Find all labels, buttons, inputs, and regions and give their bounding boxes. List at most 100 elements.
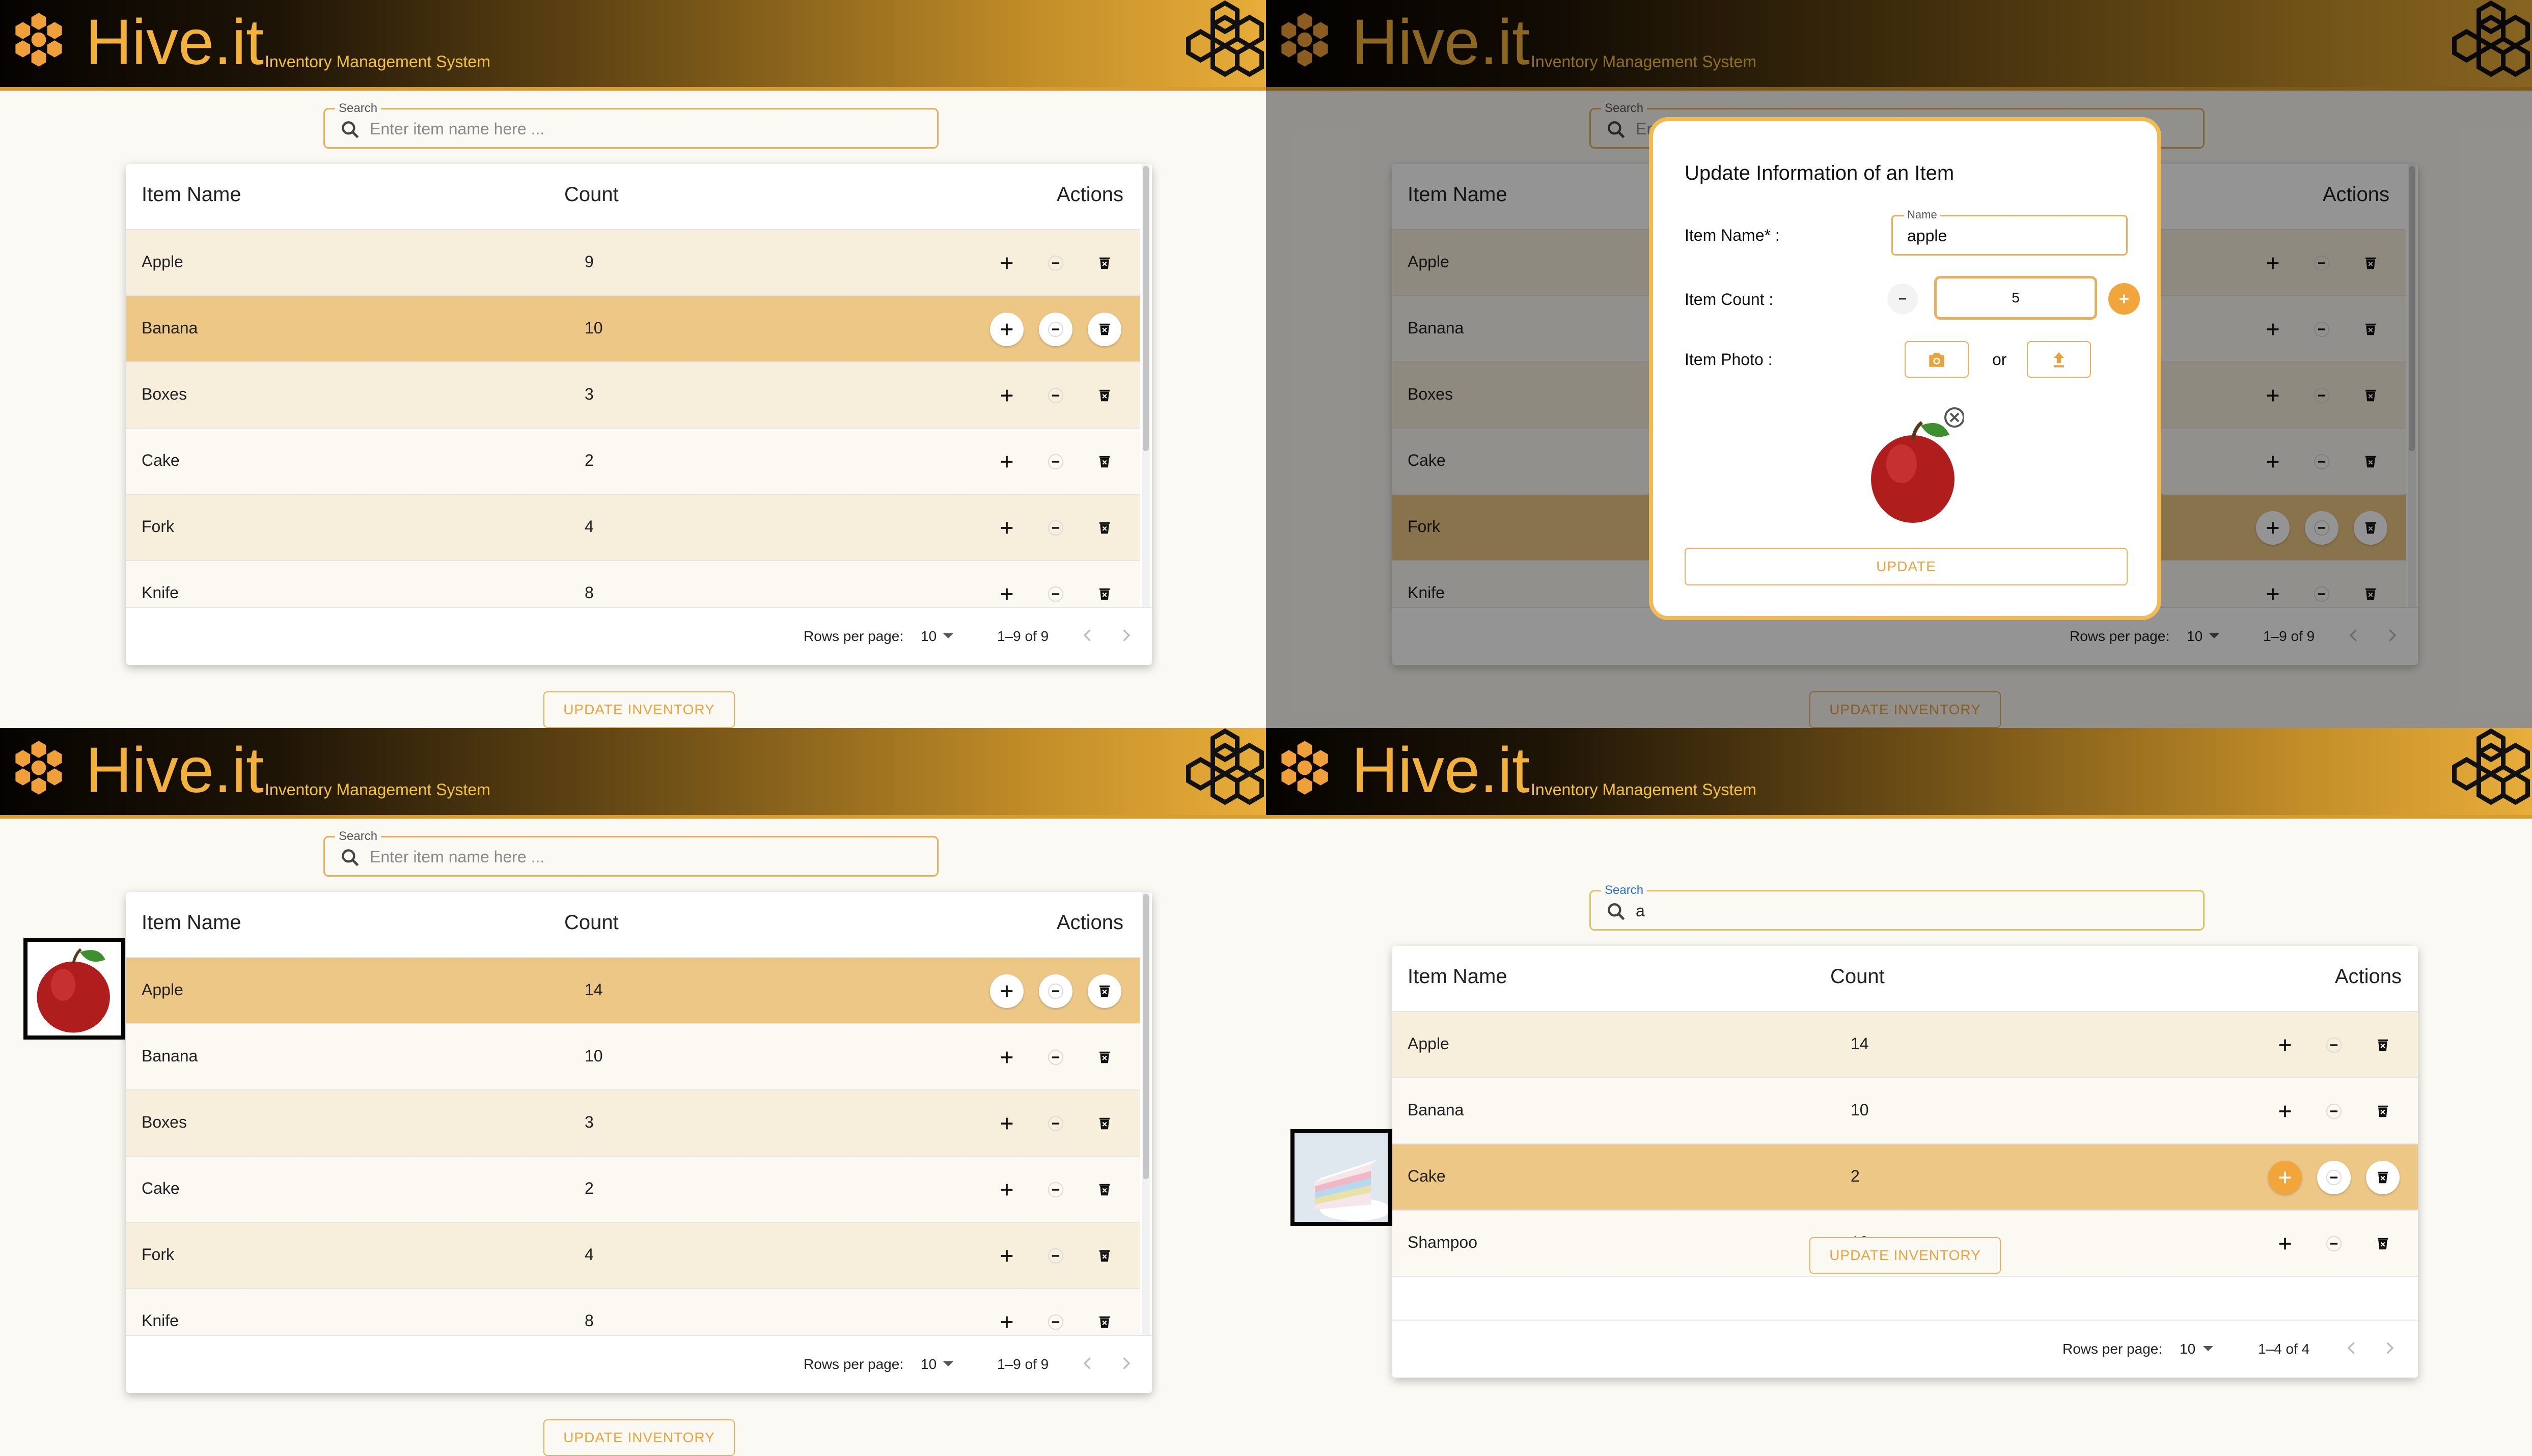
increment-button[interactable] <box>990 974 1024 1008</box>
item-count: 10 <box>585 319 603 337</box>
decrement-button[interactable] <box>1039 445 1072 479</box>
increment-button[interactable] <box>990 1107 1024 1140</box>
increment-button[interactable] <box>990 1041 1024 1074</box>
delete-button[interactable] <box>1088 1239 1121 1273</box>
delete-button[interactable] <box>2366 1095 2400 1128</box>
upload-button[interactable] <box>2027 341 2091 378</box>
delete-button[interactable] <box>1088 1305 1121 1335</box>
chevron-right-icon[interactable] <box>1117 625 1135 646</box>
col-actions: Actions <box>1056 911 1123 934</box>
decrement-button[interactable] <box>1039 1239 1072 1273</box>
search-field[interactable]: Search <box>323 101 939 149</box>
col-item-name: Item Name <box>1408 965 1507 988</box>
name-field-value[interactable]: apple <box>1907 227 1947 245</box>
decrement-button[interactable] <box>1039 974 1072 1008</box>
search-input[interactable] <box>370 844 920 870</box>
increment-button[interactable] <box>990 511 1024 545</box>
increment-button[interactable] <box>990 1173 1024 1207</box>
decrement-button[interactable] <box>1039 1173 1072 1207</box>
increment-button[interactable] <box>2268 1028 2302 1062</box>
rows-per-page-label: Rows per page: <box>804 1356 904 1372</box>
update-inventory-button[interactable]: UPDATE INVENTORY <box>1809 1237 2001 1274</box>
search-input[interactable] <box>1636 898 2186 924</box>
trash-icon <box>1099 257 1110 269</box>
delete-button[interactable] <box>1088 1107 1121 1140</box>
decrement-button[interactable] <box>1039 1041 1072 1074</box>
rows-per-page-select[interactable]: 10 <box>2180 1341 2195 1357</box>
delete-button[interactable] <box>1088 1173 1121 1207</box>
increment-button[interactable] <box>990 445 1024 479</box>
increment-button[interactable] <box>990 313 1024 346</box>
increment-button[interactable] <box>990 246 1024 280</box>
update-item-modal: Update Information of an Item Item Name*… <box>1649 117 2161 620</box>
increment-button[interactable] <box>2268 1227 2302 1261</box>
minus-icon <box>1048 321 1064 338</box>
decrement-button[interactable] <box>2317 1227 2351 1261</box>
table-row: Banana 10 <box>1392 1078 2418 1144</box>
chevron-right-icon[interactable] <box>2380 1338 2399 1358</box>
item-count: 10 <box>585 1047 603 1065</box>
search-field[interactable]: Search <box>323 829 939 877</box>
count-increment-button[interactable] <box>2108 283 2140 315</box>
delete-button[interactable] <box>1088 1041 1121 1074</box>
increment-button[interactable] <box>2268 1161 2302 1194</box>
increment-button[interactable] <box>990 1305 1024 1335</box>
delete-button[interactable] <box>2366 1227 2400 1261</box>
item-count: 4 <box>585 1245 594 1264</box>
rows-per-page-select[interactable]: 10 <box>921 628 937 645</box>
col-count: Count <box>1830 965 1885 988</box>
rows-per-page-select[interactable]: 10 <box>921 1356 937 1373</box>
chevron-left-icon[interactable] <box>1079 625 1097 646</box>
search-label: Search <box>335 829 381 844</box>
search-field[interactable]: Search <box>1589 883 2205 931</box>
minus-icon <box>2326 1103 2342 1119</box>
apple-image <box>37 948 110 1033</box>
item-count-field[interactable]: 5 <box>1934 276 2097 320</box>
decrement-button[interactable] <box>1039 246 1072 280</box>
modal-update-button[interactable]: UPDATE <box>1685 548 2128 585</box>
decrement-button[interactable] <box>1039 577 1072 607</box>
delete-button[interactable] <box>1088 974 1121 1008</box>
update-inventory-button[interactable]: UPDATE INVENTORY <box>543 691 735 728</box>
decrement-button[interactable] <box>1039 1305 1072 1335</box>
brand-title: Hive.it <box>86 734 264 806</box>
chevron-right-icon[interactable] <box>1117 1353 1135 1374</box>
scrollbar[interactable] <box>1142 164 1150 607</box>
delete-button[interactable] <box>1088 445 1121 479</box>
decrement-button[interactable] <box>1039 379 1072 412</box>
delete-button[interactable] <box>1088 511 1121 545</box>
camera-button[interactable] <box>1905 341 1969 378</box>
update-inventory-button[interactable]: UPDATE INVENTORY <box>543 1419 735 1456</box>
decrement-button[interactable] <box>2317 1161 2351 1194</box>
delete-button[interactable] <box>1088 246 1121 280</box>
increment-button[interactable] <box>990 1239 1024 1273</box>
scroll-thumb[interactable] <box>1143 894 1149 1179</box>
chevron-left-icon[interactable] <box>2343 1338 2361 1358</box>
delete-button[interactable] <box>2366 1028 2400 1062</box>
caret-down-icon[interactable] <box>943 1361 953 1366</box>
caret-down-icon[interactable] <box>2203 1346 2213 1351</box>
inventory-screen-photo: Hive.it Inventory Management System Sear… <box>0 728 1266 1456</box>
decrement-button[interactable] <box>1039 511 1072 545</box>
increment-button[interactable] <box>990 577 1024 607</box>
increment-button[interactable] <box>990 379 1024 412</box>
decrement-button[interactable] <box>2317 1095 2351 1128</box>
delete-button[interactable] <box>1088 313 1121 346</box>
decrement-button[interactable] <box>1039 313 1072 346</box>
caret-down-icon[interactable] <box>943 633 953 638</box>
decrement-button[interactable] <box>1039 1107 1072 1140</box>
search-icon <box>342 849 359 866</box>
name-field-label: Name <box>1904 208 1940 221</box>
increment-button[interactable] <box>2268 1095 2302 1128</box>
delete-button[interactable] <box>1088 379 1121 412</box>
scroll-thumb[interactable] <box>1143 166 1149 451</box>
search-input[interactable] <box>370 116 920 142</box>
decrement-button[interactable] <box>2317 1028 2351 1062</box>
chevron-left-icon[interactable] <box>1079 1353 1097 1374</box>
scrollbar[interactable] <box>1142 892 1150 1335</box>
count-decrement-button[interactable] <box>1887 284 1918 314</box>
plus-icon <box>1001 522 1013 534</box>
delete-button[interactable] <box>1088 577 1121 607</box>
item-name-field[interactable]: Name apple <box>1891 208 2128 256</box>
delete-button[interactable] <box>2366 1161 2400 1194</box>
